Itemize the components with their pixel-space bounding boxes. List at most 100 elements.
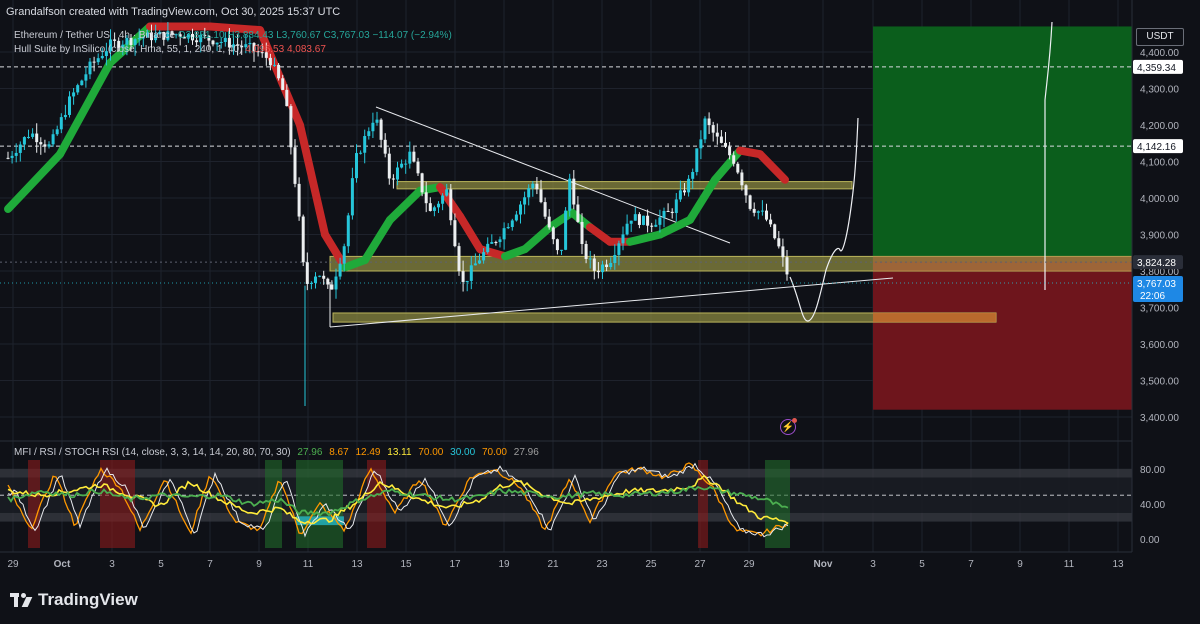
candle-body [683,190,686,193]
price-tick-label: 3,600.00 [1140,340,1179,351]
time-tick-label: 11 [1064,559,1075,570]
price-tick-label: 3,500.00 [1140,377,1179,388]
candle-body [6,157,10,159]
candle-body [523,197,527,205]
candle-body [699,139,703,149]
osc-signal-bar [28,460,40,548]
candle-body [687,178,691,193]
candle-body [10,155,14,158]
time-tick-label: 25 [645,559,657,570]
symbol-name[interactable]: Ethereum / Tether US · 4h · Binance [14,30,175,41]
candle-body [355,153,358,179]
candle-body [293,147,297,184]
osc-tick-label: 40.00 [1140,500,1165,511]
candle-body [506,227,510,229]
time-tick-label: 9 [1017,559,1023,570]
candle-body [670,211,674,214]
candle-body [560,249,563,251]
time-tick-label: 3 [870,559,876,570]
candle-body [387,153,391,179]
time-tick-label: 9 [256,559,262,570]
candle-body [752,208,756,213]
candle-body [588,258,592,260]
time-tick-label: 29 [743,559,755,570]
candle-body [691,171,695,179]
candle-body [527,188,531,198]
currency-selector[interactable]: USDT [1136,28,1184,46]
oscillator-label[interactable]: MFI / RSI / STOCH RSI (14, close, 3, 3, … [14,447,291,458]
candle-body [531,183,535,189]
candle-body [564,210,568,250]
candle-body [551,227,555,240]
osc-band-upper [0,468,1132,478]
time-tick-label: 5 [919,559,925,570]
candle-body [519,204,522,215]
zone-overlap [873,256,1132,271]
candle-body [601,264,604,273]
candle-body [785,257,789,275]
candle-body [14,152,18,156]
candle-body [539,189,543,203]
candle-body [609,263,613,268]
candle-body [428,203,432,211]
candle-body [605,264,609,268]
candle-body [273,64,276,66]
osc-tick-label: 0.00 [1140,535,1160,546]
candle-body [301,216,305,263]
candle-body [658,217,662,225]
candle-body [219,42,223,44]
hull-legend[interactable]: Hull Suite by InSilico (close, Hma, 55, … [14,44,326,55]
candle-body [400,163,404,168]
candle-body [478,260,481,264]
candle-body [420,173,424,193]
price-tick-label: 4,000.00 [1140,194,1179,205]
brand-name: TradingView [38,590,138,609]
candle-body [736,163,740,173]
candle-body [322,275,326,279]
candle-body [277,64,281,79]
candle-body [39,142,43,145]
chart-canvas[interactable]: 4,400.00 4,300.00 4,200.00 4,100.00 4,000.00… [0,0,1200,624]
candle-body [719,136,723,143]
time-tick-label: 15 [400,559,412,570]
time-tick-label: 27 [694,559,706,570]
candle-body [309,282,313,284]
candle-body [728,146,732,156]
candle-body [465,280,469,282]
time-tick-label: 7 [968,559,974,570]
hull-label[interactable]: Hull Suite by InSilico (close, Hma, 55, … [14,44,242,55]
candle-body [342,246,346,264]
candle-body [441,195,445,204]
lightning-icon[interactable]: ⚡ [780,418,797,435]
candle-body [633,214,637,221]
candle-body [748,195,752,209]
candle-body [473,263,477,266]
candle-body [613,254,617,264]
candle-body [59,117,63,130]
time-tick-label: 11 [303,559,314,570]
candle-body [338,263,342,277]
time-tick-label: 7 [207,559,213,570]
candle-body [756,211,760,213]
candle-body [449,189,453,221]
candle-body [629,220,633,224]
time-tick-label: 5 [158,559,164,570]
ohlc-close: C3,767.03 [323,30,370,41]
candle-body [92,61,96,63]
osc-value-6: 30.00 [450,447,476,458]
time-tick-label: 13 [1112,559,1124,570]
candle-body [510,220,514,228]
stop-zone [873,262,1132,410]
candle-body [396,167,399,180]
candle-body [637,214,641,225]
candle-body [740,172,744,186]
candle-body [568,178,572,211]
candle-body [268,57,272,66]
symbol-legend[interactable]: Ethereum / Tether US · 4h · Binance O3,8… [14,30,452,41]
candle-body [305,262,309,284]
oscillator-legend[interactable]: MFI / RSI / STOCH RSI (14, close, 3, 3, … [14,447,543,458]
candle-body [695,148,699,172]
ohlc-high: H3,884.43 [227,30,274,41]
candle-body [650,225,654,227]
time-tick-label: 3 [109,559,115,570]
